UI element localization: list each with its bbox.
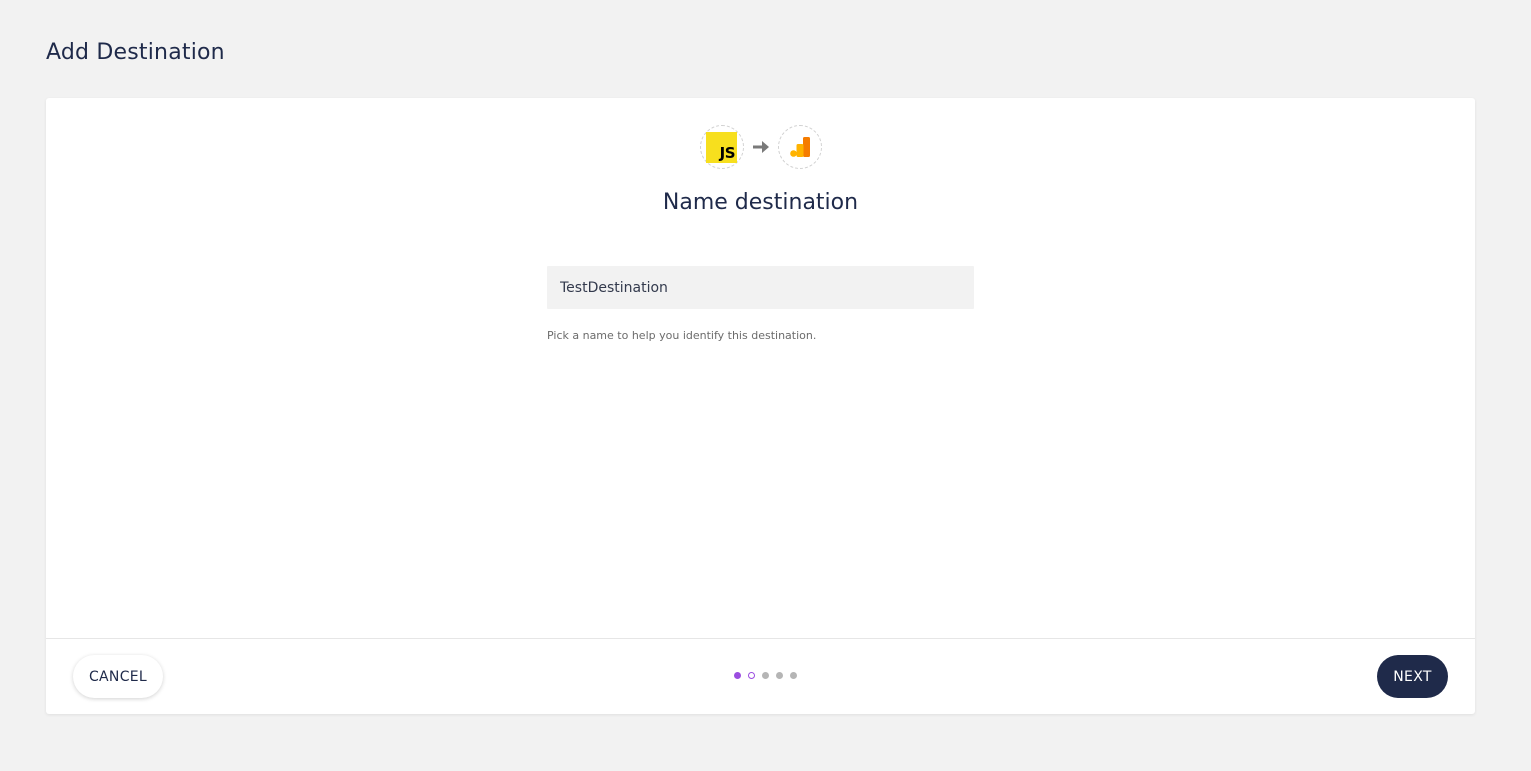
step-title: Name destination: [662, 190, 859, 215]
step-dot-5: [790, 672, 797, 679]
step-dot-3: [762, 672, 769, 679]
javascript-logo-text: JS: [719, 143, 736, 162]
step-indicator: [734, 672, 804, 679]
next-button[interactable]: NEXT: [1377, 655, 1448, 698]
cancel-button[interactable]: CANCEL: [73, 655, 163, 698]
arrow-right-icon: [744, 141, 778, 153]
step-dot-2: [748, 672, 755, 679]
destination-icon-circle: [777, 125, 822, 169]
wizard-body: JS Name destination Pick a name to help …: [46, 98, 1475, 638]
javascript-icon: JS: [706, 131, 737, 163]
destination-name-input[interactable]: [547, 266, 974, 309]
helper-text: Pick a name to help you identify this de…: [547, 329, 817, 342]
source-icon-circle: JS: [699, 125, 744, 169]
google-analytics-icon: [789, 137, 810, 157]
step-dot-1: [734, 672, 741, 679]
wizard-footer: CANCEL NEXT: [46, 638, 1475, 714]
page-title: Add Destination: [46, 40, 225, 65]
wizard-card: JS Name destination Pick a name to help …: [46, 98, 1475, 714]
step-dot-4: [776, 672, 783, 679]
integration-icons: JS: [46, 124, 1475, 170]
